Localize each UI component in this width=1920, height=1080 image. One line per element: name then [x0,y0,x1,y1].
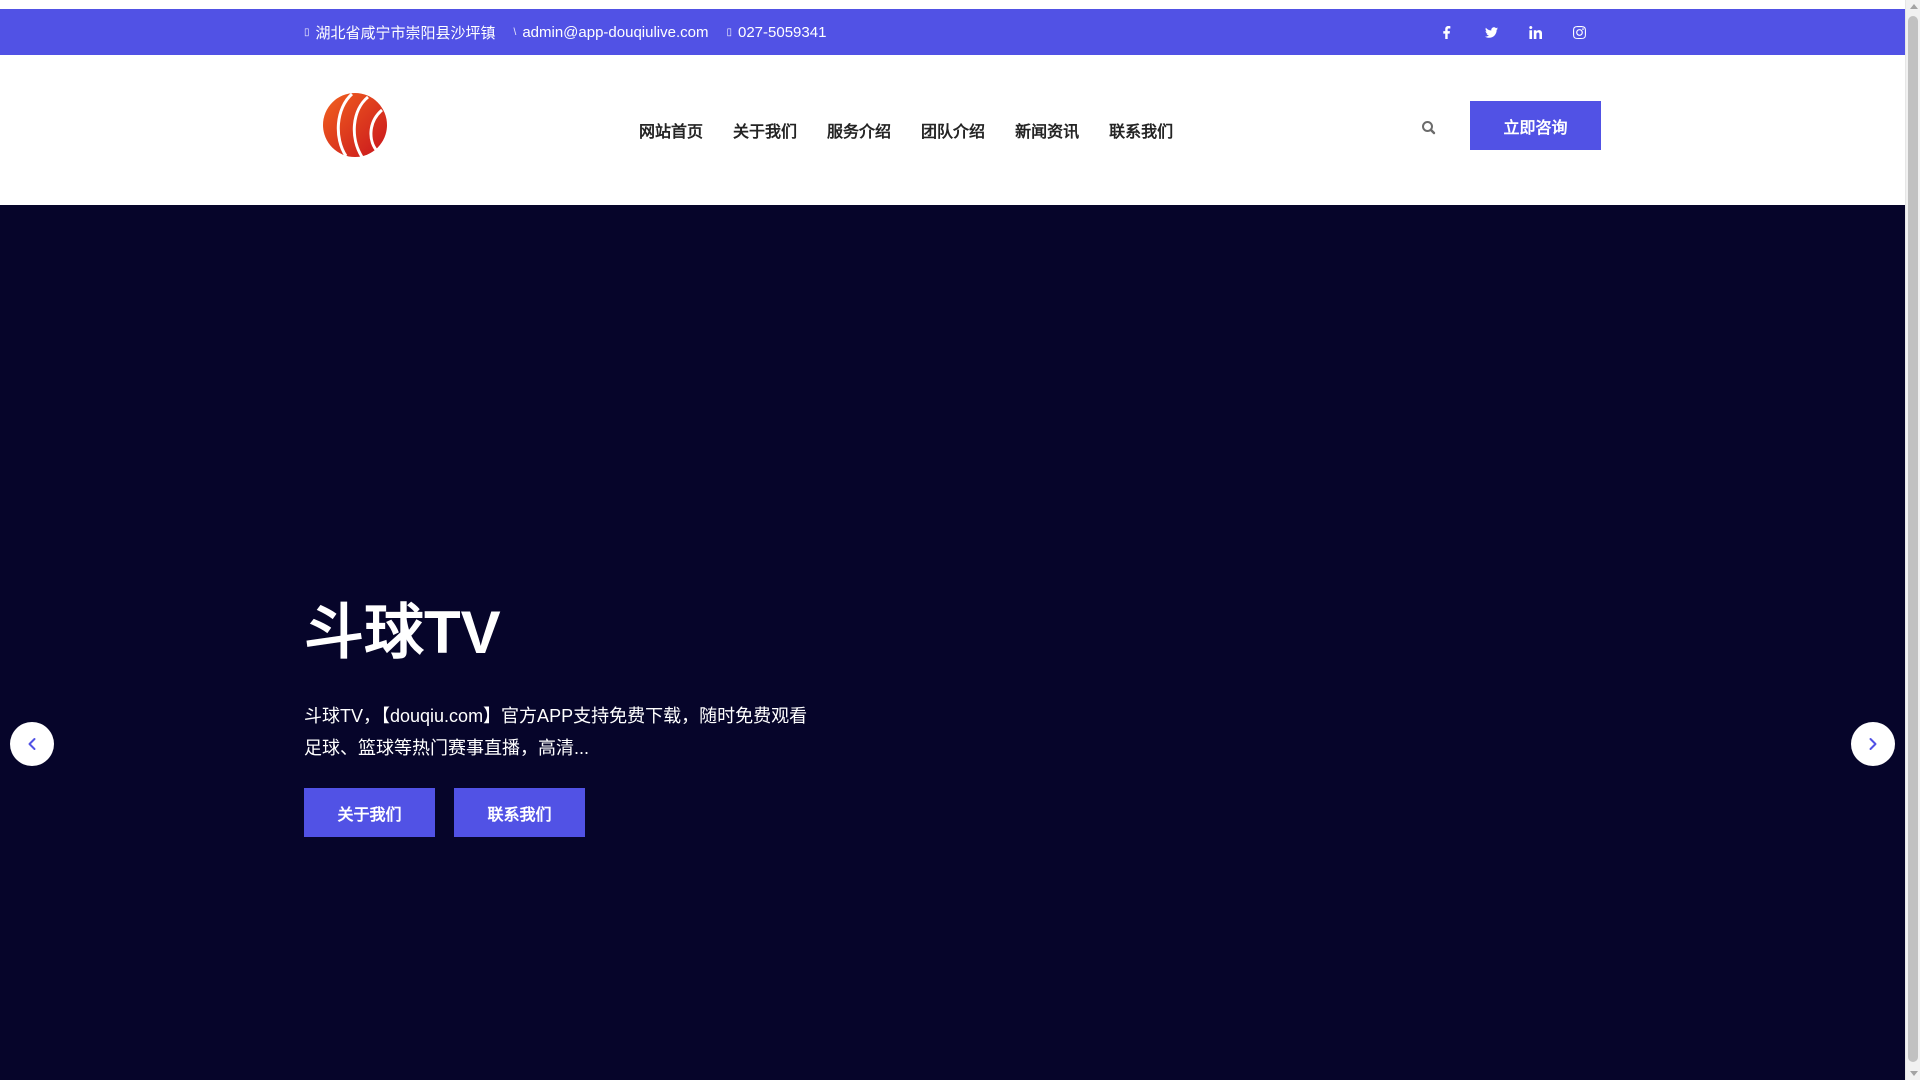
phone-icon: ▯ [726,26,732,38]
site-logo[interactable] [322,92,388,158]
main-nav: 网站首页 关于我们 服务介绍 团队介绍 新闻资讯 联系我们 [624,55,1188,205]
email-item[interactable]: \ admin@app-douqiulive.com [514,24,709,41]
contact-us-button[interactable]: 联系我们 [454,788,585,837]
chevron-right-icon [1869,738,1877,750]
slider-next-button[interactable] [1851,722,1895,766]
phone-text[interactable]: 027-5059341 [738,24,826,41]
top-bar: ▯ 湖北省咸宁市崇阳县沙坪镇 \ admin@app-douqiulive.co… [0,9,1905,55]
top-bar-inner: ▯ 湖北省咸宁市崇阳县沙坪镇 \ admin@app-douqiulive.co… [304,9,1601,55]
hero-buttons: 关于我们 联系我们 [304,788,585,837]
nav-item-services[interactable]: 服务介绍 [827,118,891,142]
slider-prev-button[interactable] [10,722,54,766]
nav-item-contact[interactable]: 联系我们 [1109,118,1173,142]
hero-title: 斗球TV [304,599,501,666]
about-us-button[interactable]: 关于我们 [304,788,435,837]
nav-item-home[interactable]: 网站首页 [639,118,703,142]
vertical-scrollbar[interactable] [1905,0,1920,1080]
consult-button[interactable]: 立即咨询 [1470,101,1601,150]
nav-item-about[interactable]: 关于我们 [733,118,797,142]
location-icon: ▯ [304,26,310,38]
top-strip [0,0,1905,9]
search-icon[interactable] [1418,117,1440,139]
site-header: 网站首页 关于我们 服务介绍 团队介绍 新闻资讯 联系我们 立即咨询 [0,55,1905,205]
chevron-left-icon [28,738,36,750]
mail-icon: \ [513,26,517,38]
address-item: ▯ 湖北省咸宁市崇阳县沙坪镇 [304,22,496,43]
scrollbar-thumb[interactable] [1908,16,1918,1062]
social-links [1425,9,1601,55]
address-text: 湖北省咸宁市崇阳县沙坪镇 [315,24,496,42]
scroll-up-icon[interactable] [1910,4,1918,9]
scroll-down-icon[interactable] [1910,1071,1918,1076]
twitter-icon[interactable] [1469,9,1513,55]
nav-item-team[interactable]: 团队介绍 [921,118,985,142]
facebook-icon[interactable] [1425,9,1469,55]
hero-slider: 斗球TV 斗球TV，【douqiu.com】官方APP支持免费下载，随时免费观看… [0,205,1905,1080]
instagram-icon[interactable] [1557,9,1601,55]
nav-item-news[interactable]: 新闻资讯 [1015,118,1079,142]
phone-item[interactable]: ▯ 027-5059341 [726,24,826,41]
page: ▯ 湖北省咸宁市崇阳县沙坪镇 \ admin@app-douqiulive.co… [0,0,1920,1080]
hero-description: 斗球TV，【douqiu.com】官方APP支持免费下载，随时免费观看足球、篮球… [304,706,808,758]
linkedin-icon[interactable] [1513,9,1557,55]
email-text[interactable]: admin@app-douqiulive.com [522,24,708,41]
